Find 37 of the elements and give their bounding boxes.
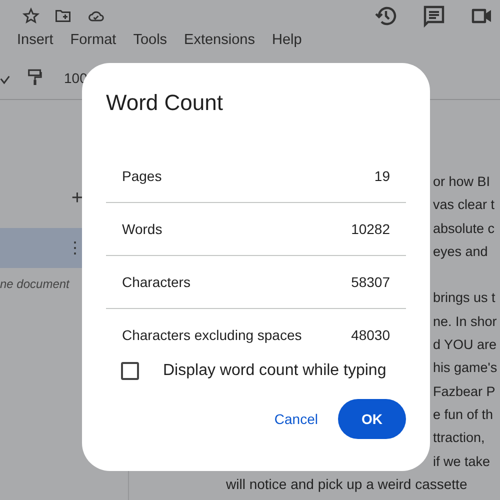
document-text: absolute c: [433, 220, 495, 236]
document-text: Fazbear P: [433, 384, 496, 399]
menu-item[interactable]: Format: [70, 30, 116, 50]
document-text: e fun of th: [433, 406, 494, 422]
star-icon[interactable]: [22, 7, 40, 25]
stat-value: 48030: [351, 327, 390, 343]
document-text: d YOU are: [433, 337, 497, 352]
document-text: his game's: [433, 360, 498, 376]
menu-item[interactable]: Insert: [17, 30, 54, 50]
document-text: ne. In shor: [433, 314, 497, 329]
stat-value: 10282: [351, 221, 390, 237]
document-text: brings us t: [433, 290, 496, 306]
document-text: or how BI: [433, 174, 490, 189]
checkbox-label: Display word count while typing: [163, 362, 386, 380]
stat-value: 19: [374, 168, 390, 184]
checkbox[interactable]: [121, 362, 139, 380]
ok-button[interactable]: OK: [338, 399, 406, 439]
menu-item[interactable]: Extensions: [184, 30, 255, 50]
stat-value: 58307: [351, 274, 390, 290]
add-tab-button[interactable]: +: [71, 188, 83, 228]
paint-roller-icon[interactable]: [28, 69, 42, 87]
stat-label: Characters excluding spaces: [122, 327, 302, 343]
outline-hint: ne document: [0, 277, 70, 291]
stat-label: Characters: [122, 274, 190, 290]
document-text: eyes and: [433, 244, 488, 259]
document-text: will notice and pick up a weird cassette: [226, 476, 468, 492]
comment-icon[interactable]: [422, 4, 446, 28]
menu-item[interactable]: Tools: [133, 30, 168, 50]
folder-icon[interactable]: [54, 7, 72, 25]
stat-label: Pages: [122, 168, 162, 184]
history-icon[interactable]: [374, 4, 398, 28]
document-text: vas clear t: [433, 197, 495, 212]
cancel-button[interactable]: Cancel: [262, 401, 330, 437]
menu-item[interactable]: Help: [272, 30, 302, 50]
document-text: if we take: [433, 454, 490, 469]
document-text: ttraction,: [433, 430, 485, 446]
dialog-title: Word Count: [106, 89, 224, 117]
